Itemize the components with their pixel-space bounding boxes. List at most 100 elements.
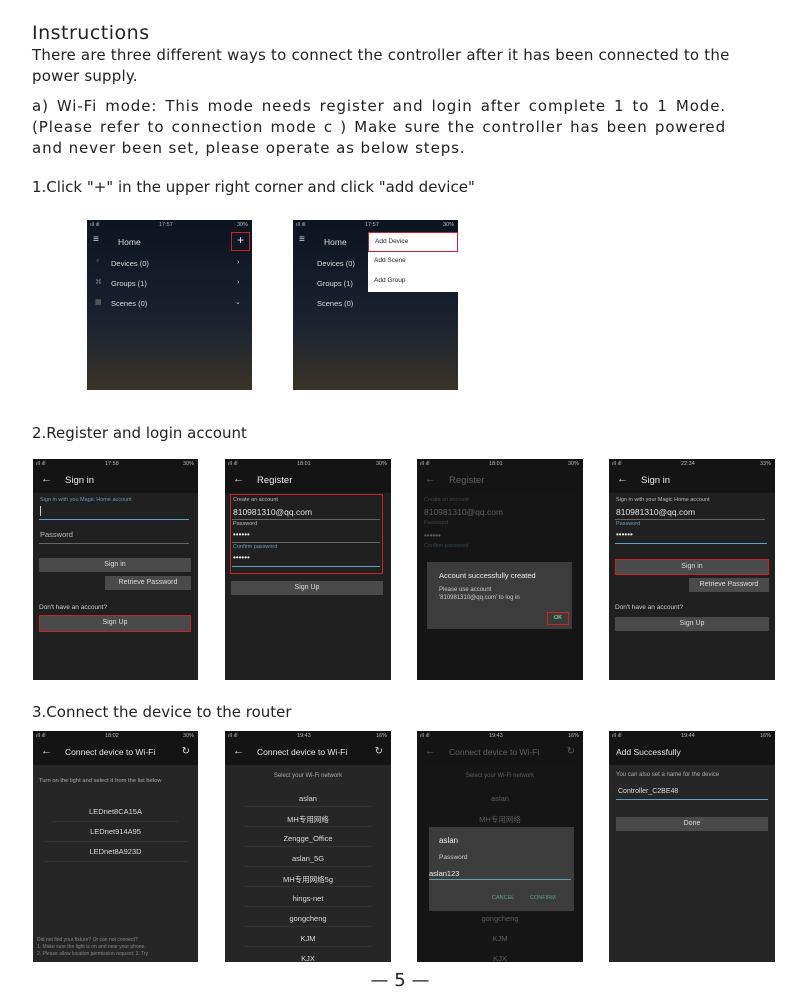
groups-item: Groups (1): [317, 279, 353, 288]
signup-button[interactable]: Sign Up: [39, 615, 191, 632]
separator: [245, 866, 371, 867]
signin-screen: ıll ıll 17:58 30% ← Sign in Sign in with yo…: [33, 459, 198, 680]
account-created-screen: ıll ıll 18:01 30% ← Register Create an acco…: [417, 459, 583, 680]
home-menu-screen: ıll ıll 17:57 30% ≡ Home Devices (0) Group…: [293, 220, 458, 390]
separator: [245, 826, 371, 827]
add-group-item[interactable]: Add Group: [374, 277, 405, 284]
screen-title: Add Successfully: [616, 747, 681, 757]
back-arrow-icon[interactable]: ←: [41, 473, 52, 485]
device-item[interactable]: LEDnet8CA15A: [33, 807, 198, 816]
add-button[interactable]: +: [231, 232, 250, 251]
add-device-item[interactable]: Add Device: [368, 232, 458, 252]
chevron-right-icon: ›: [237, 259, 240, 266]
scenes-item: Scenes (0): [317, 299, 354, 308]
scenes-item[interactable]: Scenes (0): [111, 299, 147, 308]
devices-item: Devices (0): [317, 259, 355, 268]
devices-item[interactable]: Devices (0): [111, 259, 149, 268]
password-input[interactable]: ••••••: [616, 530, 633, 539]
cancel-button[interactable]: CANCEL: [492, 895, 514, 901]
bulb-icon: ♀: [95, 258, 101, 265]
wifi-password-input[interactable]: aslan123: [429, 869, 459, 878]
confirm-button[interactable]: CONFIRM: [530, 895, 556, 901]
password-placeholder: Password: [40, 530, 73, 539]
create-account-label: Create an account: [233, 497, 278, 503]
home-screen: ıll ıll 17:57 30% ≡ Home + ♀ Devices (0) ›…: [87, 220, 252, 390]
wifi-network-item[interactable]: aslan: [225, 794, 391, 803]
refresh-icon[interactable]: ↻: [182, 746, 190, 757]
screen-title: Sign in: [65, 475, 95, 486]
separator: [245, 846, 371, 847]
wifi-network-item[interactable]: gongcheng: [225, 914, 391, 923]
signin-filled-screen: ıll ıll 22:34 33% ← Sign in Sign in with yo…: [609, 459, 775, 680]
signin-button[interactable]: Sign in: [39, 558, 191, 572]
status-bar: ıll ıll 18:02 30%: [33, 731, 198, 741]
menu-icon[interactable]: ≡: [299, 234, 305, 245]
wifi-network-item[interactable]: MH专用网络: [225, 814, 391, 825]
account-label: Sign in with your Magic Home account: [616, 497, 710, 503]
intro-text: There are three different ways to connec…: [32, 46, 730, 85]
retrieve-password-button[interactable]: Retrieve Password: [689, 578, 769, 592]
device-item[interactable]: LEDnet8A923D: [33, 847, 198, 856]
back-arrow-icon[interactable]: ←: [233, 473, 244, 485]
dialog-message: Please use account: [439, 587, 492, 593]
add-scene-item[interactable]: Add Scene: [374, 257, 406, 264]
done-button[interactable]: Done: [616, 817, 768, 831]
cursor: [40, 506, 41, 516]
email-input[interactable]: 810981310@qq.com: [233, 507, 312, 517]
wifi-password-dialog: aslan Password aslan123 CANCEL CONFIRM: [429, 827, 574, 911]
signin-button[interactable]: Sign in: [615, 559, 769, 575]
signup-button[interactable]: Sign Up: [615, 617, 769, 631]
screen-title: Register: [257, 475, 293, 486]
dialog-message: '810981310@qq.com' to log in: [439, 595, 520, 601]
page-number: — 5 —: [370, 970, 430, 991]
device-name-input[interactable]: Controller_C2BE48: [618, 788, 678, 795]
help-text: 2. Please allow location permission requ…: [37, 951, 149, 957]
status-bar: ıll ıll 17:57 30%: [90, 222, 248, 228]
password-input[interactable]: ••••••: [233, 530, 250, 539]
back-arrow-icon[interactable]: ←: [41, 745, 52, 757]
confirm-password-label: Confirm password: [233, 544, 278, 550]
status-bar: ıll ıll 18:01 30%: [225, 459, 391, 469]
retrieve-password-button[interactable]: Retrieve Password: [105, 576, 191, 590]
account-input[interactable]: [39, 519, 189, 520]
home-title: Home: [324, 237, 347, 247]
mode-a-text: a) Wi-Fi mode: This mode needs register …: [32, 97, 726, 157]
name-hint: You can also set a name for the device: [616, 772, 720, 778]
instruction-text: Turn on the light and select it from the…: [39, 778, 162, 784]
status-bar: ıll ıll 22:34 33%: [609, 459, 775, 469]
device-item[interactable]: LEDnet914A95: [33, 827, 198, 836]
wifi-network-item[interactable]: hings-net: [225, 894, 391, 903]
groups-item[interactable]: Groups (1): [111, 279, 147, 288]
home-title: Home: [118, 237, 141, 247]
wifi-network-item[interactable]: MH专用网络5g: [225, 874, 391, 885]
scene-icon: ▦: [95, 299, 102, 306]
signup-button[interactable]: Sign Up: [231, 581, 383, 595]
back-arrow-icon[interactable]: ←: [617, 473, 628, 485]
wifi-network-item[interactable]: aslan_5G: [225, 854, 391, 863]
register-form: Create an account 810981310@qq.com Passw…: [230, 494, 383, 574]
success-dialog: Account successfully created Please use …: [427, 562, 572, 629]
wifi-network-item[interactable]: Zengge_Office: [225, 834, 391, 843]
status-bar: ıll ıll 17:58 30%: [33, 459, 198, 469]
password-input[interactable]: [39, 543, 189, 544]
separator: [245, 806, 371, 807]
status-bar: ıll ıll 17:57 30%: [296, 222, 454, 228]
separator: [245, 926, 371, 927]
password-label: Password: [616, 521, 641, 527]
wifi-network-item[interactable]: KJM: [225, 934, 391, 943]
ssid-label: aslan: [439, 836, 459, 845]
screen-title: Sign in: [641, 475, 671, 486]
step2-label: 2.Register and login account: [32, 424, 247, 442]
help-text: 1. Make sure the light is on and near yo…: [37, 944, 146, 950]
step3-label: 3.Connect the device to the router: [32, 703, 292, 721]
no-account-text: Don't have an account?: [39, 604, 108, 611]
menu-icon[interactable]: ≡: [93, 234, 99, 245]
password-label: Password: [439, 854, 468, 861]
ok-button[interactable]: OK: [547, 612, 569, 625]
add-menu: Add Device Add Scene Add Group: [368, 232, 458, 292]
dialog-title: Account successfully created: [439, 571, 536, 580]
wifi-network-item[interactable]: KJX: [225, 954, 391, 962]
confirm-password-input[interactable]: ••••••: [233, 553, 250, 562]
email-input[interactable]: 810981310@qq.com: [616, 507, 695, 517]
wifi-list-screen: ıll ıll 19:43 16% ← Connect device to Wi-Fi…: [225, 731, 391, 962]
